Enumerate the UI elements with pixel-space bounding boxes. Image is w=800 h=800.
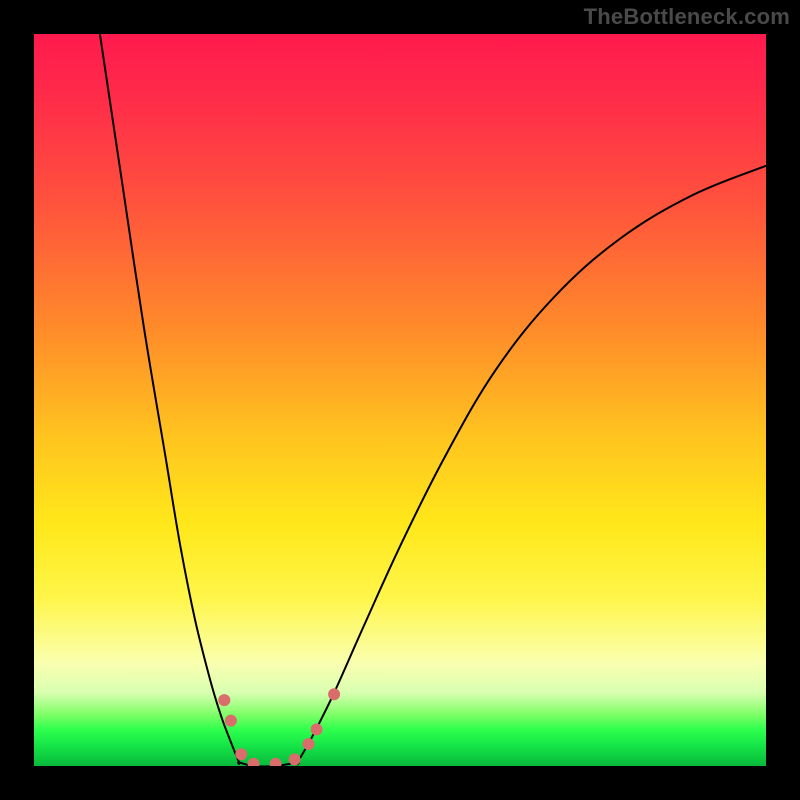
curve-marker <box>218 694 230 706</box>
chart-frame: TheBottleneck.com <box>0 0 800 800</box>
curve-marker <box>328 688 340 700</box>
curve-marker <box>303 738 315 750</box>
watermark-label: TheBottleneck.com <box>584 4 790 30</box>
curve-marker <box>289 753 301 765</box>
bottleneck-curve <box>100 34 766 766</box>
curve-marker <box>225 715 237 727</box>
curve-marker <box>248 758 260 766</box>
plot-area <box>34 34 766 766</box>
curve-markers <box>218 688 340 766</box>
curve-marker <box>311 723 323 735</box>
curve-marker <box>235 748 247 760</box>
curve-marker <box>270 758 282 766</box>
curve-layer <box>34 34 766 766</box>
